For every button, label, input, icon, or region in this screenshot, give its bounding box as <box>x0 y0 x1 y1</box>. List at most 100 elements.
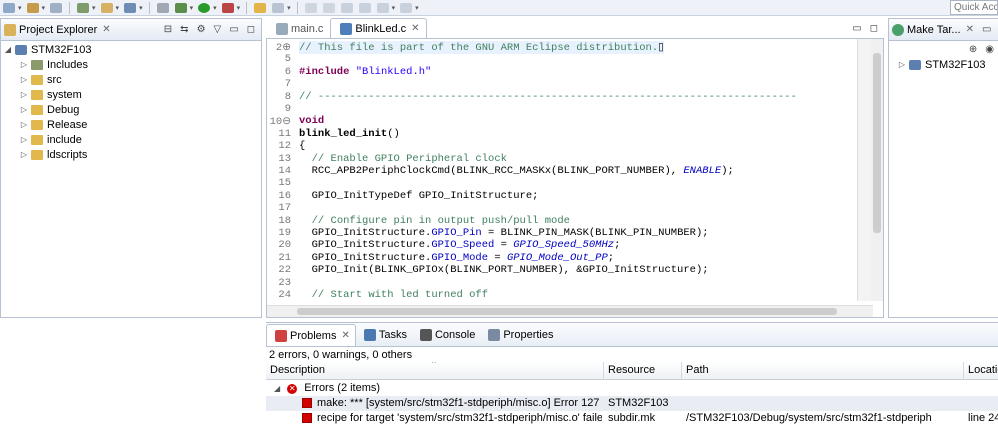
column-resource[interactable]: Resource <box>604 362 682 380</box>
scrollbar-thumb[interactable] <box>873 53 881 233</box>
minimize-icon[interactable]: ▭ <box>229 24 238 35</box>
collapsed-icon[interactable]: ▷ <box>19 135 29 144</box>
collapsed-icon[interactable]: ▷ <box>19 150 29 159</box>
tab-console[interactable]: Console <box>412 324 480 346</box>
open-type-icon[interactable] <box>156 2 169 13</box>
new-file-icon[interactable] <box>124 2 137 13</box>
project-explorer-tab[interactable]: Project Explorer ✕ ⊟ ⇆ ⚙ ▽ ▭ ◻ <box>1 19 261 41</box>
problem-description: recipe for target 'system/src/stm32f1-st… <box>317 412 602 424</box>
code-line[interactable]: GPIO_InitStructure.GPIO_Speed = GPIO_Spe… <box>299 239 621 251</box>
tab-blinkled-c[interactable]: BlinkLed.c ✕ <box>330 18 427 38</box>
pin-icon[interactable] <box>340 2 353 13</box>
code-editor[interactable]: 2⊕ // This file is part of the GNU ARM Ec… <box>266 38 884 318</box>
code-line[interactable]: // Start with led turned off <box>299 289 488 301</box>
table-row[interactable]: make: *** [system/src/stm32f1-stdperiph/… <box>266 396 998 411</box>
tree-item-debug[interactable]: ▷ Debug <box>3 102 261 117</box>
problem-location <box>964 396 998 411</box>
annotation-next-icon[interactable] <box>304 2 317 13</box>
maximize-icon[interactable]: ◻ <box>247 24 255 35</box>
tab-label: BlinkLed.c <box>355 22 407 35</box>
close-icon[interactable]: ✕ <box>966 24 974 35</box>
collapsed-icon[interactable]: ▷ <box>19 105 29 114</box>
maximize-icon[interactable]: ◻ <box>870 23 878 34</box>
tree-root[interactable]: ◢ STM32F103 <box>3 42 261 57</box>
horizontal-scrollbar[interactable] <box>267 305 873 317</box>
collapsed-icon[interactable]: ▷ <box>897 60 907 69</box>
tree-item-ldscripts[interactable]: ▷ ldscripts <box>3 147 261 162</box>
settings-icon[interactable] <box>50 2 63 13</box>
tree-root-label: STM32F103 <box>31 43 92 56</box>
scrollbar-thumb[interactable] <box>297 308 837 315</box>
collapsed-icon[interactable]: ▷ <box>19 90 29 99</box>
open-folder-icon[interactable] <box>254 2 267 13</box>
expanded-icon[interactable]: ◢ <box>274 384 280 393</box>
close-icon[interactable]: ✕ <box>411 23 419 34</box>
collapsed-icon[interactable]: ▷ <box>19 60 29 69</box>
filter-icon[interactable]: ⚙ <box>197 24 206 35</box>
c-file-icon <box>276 22 288 35</box>
minimize-icon[interactable]: ▭ <box>982 24 991 35</box>
tree-item-includes[interactable]: ▷ Includes <box>3 57 261 72</box>
tree-item-src[interactable]: ▷ src <box>3 72 261 87</box>
tree-item-release[interactable]: ▷ Release <box>3 117 261 132</box>
last-edit-icon[interactable] <box>358 2 371 13</box>
column-description[interactable]: Description ^ <box>266 362 604 380</box>
external-tools-icon[interactable] <box>221 2 234 13</box>
code-line[interactable]: #include "BlinkLed.h" <box>299 66 431 78</box>
project-tree: ◢ STM32F103 ▷ Includes ▷ src ▷ system ▷ Debug ▷ R… <box>1 41 261 162</box>
new-folder-icon[interactable] <box>100 2 113 13</box>
collapse-all-icon[interactable]: ⊟ <box>164 24 172 35</box>
tab-main-c[interactable]: main.c <box>266 18 330 38</box>
table-row[interactable]: recipe for target 'system/src/stm32f1-st… <box>266 411 998 426</box>
code-line[interactable]: GPIO_Init(BLINK_GPIOx(BLINK_PORT_NUMBER)… <box>299 264 709 276</box>
tree-item-system[interactable]: ▷ system <box>3 87 261 102</box>
code-line[interactable]: // -------------------------------------… <box>299 91 797 103</box>
collapsed-icon[interactable]: ▷ <box>19 120 29 129</box>
tab-tasks[interactable]: Tasks <box>356 324 412 346</box>
sort-ascending-icon: ^ <box>432 362 436 368</box>
tab-label: main.c <box>291 22 324 35</box>
hammer-icon[interactable] <box>26 2 39 13</box>
view-menu-icon[interactable]: ▽ <box>214 24 222 35</box>
code-line[interactable]: GPIO_InitStructure.GPIO_Pin = BLINK_PIN_… <box>299 227 709 239</box>
make-target-tab[interactable]: Make Tar... ✕ ▭ <box>889 19 998 41</box>
code-line[interactable]: { <box>299 140 305 152</box>
vertical-scrollbar[interactable] <box>871 39 883 301</box>
tab-problems[interactable]: Problems ✕ <box>266 324 356 346</box>
tab-properties[interactable]: Properties <box>480 324 558 346</box>
quick-access-input[interactable]: Quick Access <box>950 0 998 15</box>
make-target-root[interactable]: ▷ STM32F103 <box>889 57 998 72</box>
code-line[interactable]: // This file is part of the GNU ARM Ecli… <box>299 41 664 54</box>
code-line[interactable]: GPIO_InitStructure.GPIO_Mode = GPIO_Mode… <box>299 252 615 264</box>
code-line[interactable]: blink_led_init() <box>299 128 400 140</box>
code-line[interactable]: GPIO_InitTypeDef GPIO_InitStructure; <box>299 190 539 202</box>
project-explorer-panel: Project Explorer ✕ ⊟ ⇆ ⚙ ▽ ▭ ◻ ◢ STM32F1… <box>0 18 262 318</box>
new-class-icon[interactable] <box>77 2 90 13</box>
expanded-icon[interactable]: ◢ <box>3 45 13 54</box>
line-number: 23 <box>278 276 291 289</box>
close-icon[interactable]: ✕ <box>102 24 110 35</box>
forward-icon[interactable] <box>400 2 413 13</box>
back-icon[interactable] <box>376 2 389 13</box>
close-icon[interactable]: ✕ <box>341 330 349 341</box>
link-editor-icon[interactable]: ⇆ <box>180 24 188 35</box>
code-line[interactable]: // Configure pin in output push/pull mod… <box>299 215 570 227</box>
code-line[interactable]: RCC_APB2PeriphClockCmd(BLINK_RCC_MASKx(B… <box>299 165 734 177</box>
build-target-icon[interactable]: ◉ <box>985 44 994 55</box>
properties-icon <box>488 329 501 341</box>
debug-run-icon[interactable] <box>174 2 187 13</box>
errors-group-row[interactable]: ◢ ✕ Errors (2 items) <box>266 381 606 396</box>
column-location[interactable]: Location <box>964 362 998 380</box>
column-path[interactable]: Path <box>682 362 964 380</box>
tree-item-include[interactable]: ▷ include <box>3 132 261 147</box>
code-line[interactable]: void <box>299 115 324 127</box>
collapsed-icon[interactable]: ▷ <box>19 75 29 84</box>
debug-icon[interactable] <box>3 2 15 13</box>
minimize-icon[interactable]: ▭ <box>852 23 861 34</box>
run-icon[interactable] <box>198 2 211 13</box>
tab-label: Problems <box>290 329 337 342</box>
search-icon[interactable] <box>272 2 285 13</box>
add-target-icon[interactable]: ⊕ <box>969 44 977 55</box>
code-line[interactable]: // Enable GPIO Peripheral clock <box>299 153 507 165</box>
annotation-prev-icon[interactable] <box>322 2 335 13</box>
